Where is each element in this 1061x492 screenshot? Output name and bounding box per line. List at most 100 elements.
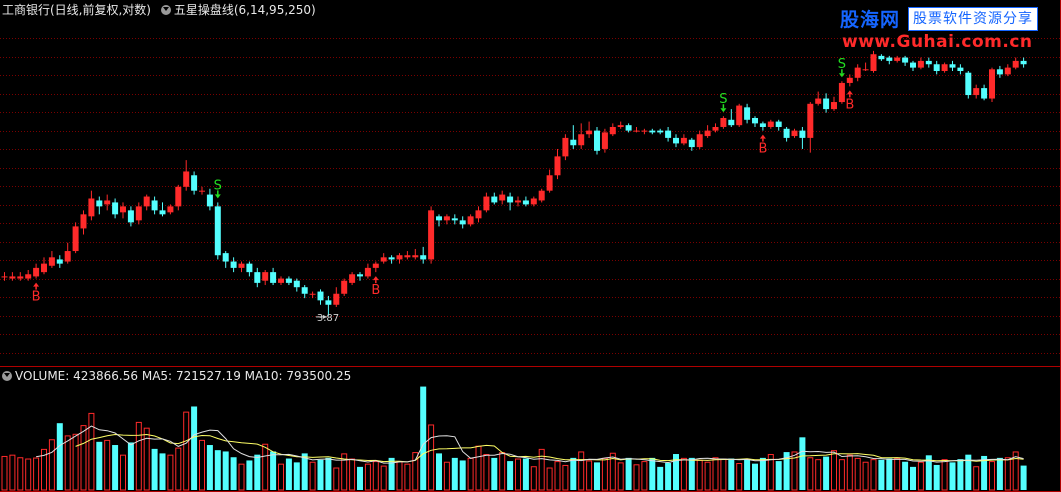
volume-bar-down (933, 464, 940, 490)
candle-up (167, 206, 174, 213)
candle-up (546, 175, 553, 191)
candle-down (325, 300, 332, 305)
candle-up (17, 276, 24, 279)
volume-bar-up (72, 433, 79, 491)
candle-down (459, 220, 466, 225)
candle-up (9, 276, 16, 279)
volume-bar-down (910, 466, 916, 490)
candle-down (254, 272, 261, 283)
volume-bar-up (135, 421, 142, 491)
ma10-value: 793500.25 (286, 369, 352, 383)
candle-down (1020, 60, 1027, 65)
volume-bar-down (285, 458, 292, 490)
volume-ma5-line (36, 425, 1024, 464)
candle-up (262, 272, 269, 281)
buy-arrow (372, 276, 379, 281)
volume-bar-up (870, 459, 877, 491)
candle-up (838, 82, 845, 103)
candle-down (665, 130, 672, 138)
candle-up (33, 267, 40, 277)
ma10-label: MA10: (244, 369, 283, 383)
volume-label: VOLUME: (15, 369, 70, 383)
volume-bar-up (349, 458, 356, 491)
candle-up (380, 257, 387, 262)
candle-down (388, 257, 395, 260)
volume-bar-up (617, 462, 624, 491)
candle-up (831, 102, 837, 110)
candle-up (894, 57, 901, 61)
candle-down (775, 121, 782, 127)
volume-bar-down (665, 463, 672, 490)
volume-bar-down (254, 454, 261, 490)
candle-down (222, 253, 229, 262)
volume-bar-up (428, 424, 435, 491)
volume-bar-up (578, 451, 585, 491)
indicator-params: (6,14,95,250) (233, 3, 316, 17)
volume-bar-up (278, 463, 284, 491)
volume-bar-up (25, 458, 32, 491)
volume-bar-down (451, 457, 458, 490)
candle-down (949, 64, 956, 68)
candle-up (341, 280, 348, 294)
volume-bar-up (641, 461, 648, 491)
sell-arrow (720, 108, 727, 113)
volume-bar-up (104, 439, 111, 491)
candle-down (965, 72, 972, 96)
candle-down (933, 64, 940, 72)
volume-bar-down (112, 445, 119, 490)
stock-title[interactable]: 工商银行(日线,前复权,对数) (2, 3, 151, 17)
buy-signal-label: B (845, 97, 854, 112)
volume-bar-down (570, 457, 577, 490)
candle-up (499, 194, 506, 201)
volume-bar-up (333, 467, 340, 491)
candle-up (720, 117, 727, 127)
volume-bar-up (815, 459, 822, 491)
volume-bar-up (586, 460, 593, 491)
candle-up (72, 226, 79, 252)
volume-bar-down (325, 457, 332, 490)
candle-up (238, 263, 245, 268)
volume-bar-up (9, 454, 16, 491)
kline-chart-window[interactable]: B B B B S S S 3.87 工商银行(日线,前复权,对数) 五星操盘线(6,14,9… (0, 0, 1061, 492)
candle-up (309, 293, 316, 295)
candle-down (507, 196, 514, 203)
ma5-value: 721527.19 (175, 369, 241, 383)
candle-up (807, 103, 814, 138)
chart-canvas[interactable]: B BBBSSS3.87 (0, 0, 1061, 492)
candle-down (957, 67, 964, 72)
logo-url: www.Guhai.com.cn (842, 32, 1033, 52)
candle-down (823, 98, 830, 110)
indicator-name[interactable]: 五星操盘线 (174, 3, 234, 17)
volume-bar-down (127, 442, 134, 490)
candle-up (601, 132, 608, 149)
volume-menu-icon[interactable] (2, 371, 12, 381)
volume-bar-up (238, 463, 245, 491)
price-panel-header: 工商银行(日线,前复权,对数) 五星操盘线(6,14,95,250) (2, 3, 316, 17)
volume-bar-up (467, 457, 474, 491)
candle-up (609, 126, 616, 135)
indicator-menu-icon[interactable] (160, 5, 171, 15)
candle-up (404, 255, 411, 258)
volume-bar-up (854, 457, 861, 491)
volume-bar-up (720, 458, 727, 491)
volume-bar-down (222, 451, 229, 490)
volume-bar-down (507, 461, 514, 490)
candle-down (886, 57, 893, 61)
candle-down (357, 274, 363, 277)
volume-bar-down (886, 458, 893, 490)
volume-bar-down (491, 457, 498, 490)
volume-bar-up (380, 465, 387, 491)
volume-bar-up (807, 457, 814, 491)
candle-up (1004, 67, 1011, 75)
volume-bar-down (522, 458, 529, 490)
candle-up (854, 67, 861, 78)
volume-bar-up (64, 435, 71, 491)
volume-bar-down (799, 437, 806, 490)
logo-brand: 股海网 (840, 9, 901, 31)
candle-down (522, 200, 529, 205)
candle-down (206, 194, 213, 207)
volume-bar-up (633, 464, 640, 491)
volume-bar-up (80, 425, 87, 491)
volume-bar-down (759, 457, 766, 490)
candle-down (230, 261, 237, 268)
